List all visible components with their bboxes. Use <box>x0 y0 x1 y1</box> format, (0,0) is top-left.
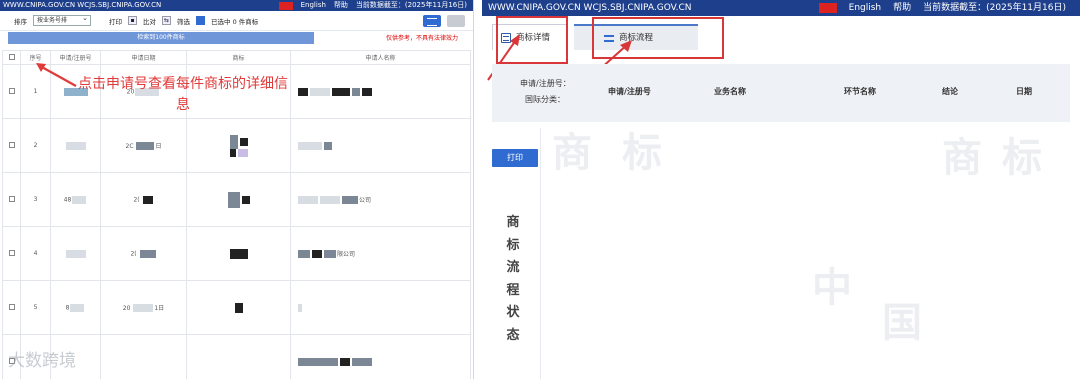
col-applicant: 申请人名称 <box>290 50 471 65</box>
applicant-name: 公司 <box>290 172 471 227</box>
sidebar-divider <box>540 128 541 379</box>
applicant-name: 限公司 <box>290 226 471 281</box>
applicant-name <box>290 280 471 335</box>
select-all-checkbox[interactable] <box>8 53 15 60</box>
compare-icon[interactable]: ⇆ <box>162 16 171 25</box>
annotation-text: 点击申请号查看每件商标的详细信息 <box>78 76 288 113</box>
compare-label[interactable]: 比对 <box>143 16 156 26</box>
row-index: 2 <box>20 118 51 173</box>
site-urls: WWW.CNIPA.GOV.CN WCJS.SBJ.CNIPA.GOV.CN <box>3 1 162 9</box>
watermark-char: 商 <box>942 135 982 181</box>
applicant-name <box>290 64 471 119</box>
row-checkbox[interactable] <box>8 303 15 310</box>
trademark-image <box>186 118 291 173</box>
grid-view-button[interactable] <box>447 15 465 27</box>
vertical-section-title: 商 标 流 程 状 态 <box>506 215 520 343</box>
print-label[interactable]: 打印 <box>109 16 122 26</box>
trademark-image <box>186 334 291 379</box>
table-row[interactable]: 4 2( 限公司 <box>2 226 471 281</box>
col-date: 日期 <box>1016 87 1032 96</box>
watermark-char: 中 <box>812 265 852 311</box>
list-view-button[interactable] <box>423 15 441 27</box>
row-date: 2( <box>100 172 187 227</box>
reg-number-link[interactable]: 48 <box>50 172 101 227</box>
brand-watermark: 大数跨境 <box>8 351 76 371</box>
sort-label: 排序 <box>14 17 27 26</box>
row-date: 20 1日 <box>100 280 187 335</box>
watermark-char: 标 <box>1002 135 1042 181</box>
table-row[interactable]: 5 8 20 1日 <box>2 280 471 335</box>
data-date: 当前数据截至：(2025年11月16日) <box>923 3 1066 13</box>
site-header: WWW.CNIPA.GOV.CN WCJS.SBJ.CNIPA.GOV.CN E… <box>0 0 473 11</box>
trademark-detail-panel: WWW.CNIPA.GOV.CN WCJS.SBJ.CNIPA.GOV.CN E… <box>482 0 1080 379</box>
results-toolbar: 排序 按业务号排 打印 ▪ 比对 ⇆ 筛选 已选中 0 件商标 <box>0 11 473 31</box>
table-row[interactable]: 3 48 2( 公司 <box>2 172 471 227</box>
site-header: WWW.CNIPA.GOV.CN WCJS.SBJ.CNIPA.GOV.CN E… <box>482 0 1080 16</box>
process-info-header: 申请/注册号： 国际分类： 申请/注册号 业务名称 环节名称 结论 日期 <box>492 64 1070 122</box>
help-link[interactable]: 帮助 <box>893 0 911 16</box>
data-date: 当前数据截至：(2025年11月16日) <box>355 1 467 9</box>
row-checkbox[interactable] <box>8 249 15 256</box>
filter-icon[interactable] <box>196 16 205 25</box>
filter-label[interactable]: 筛选 <box>177 16 190 26</box>
table-row[interactable]: 2 2C 日 <box>2 118 471 173</box>
trademark-image <box>186 172 291 227</box>
applicant-name <box>290 118 471 173</box>
col-business-name: 业务名称 <box>714 87 746 96</box>
print-button[interactable]: 打印 <box>492 149 538 167</box>
intl-class-label: 国际分类： <box>525 95 565 104</box>
annotation-arrow-left <box>36 63 77 87</box>
col-date: 申请日期 <box>100 50 187 65</box>
disclaimer-text: 仅供参考，不具有法律效力 <box>386 35 459 42</box>
printer-icon[interactable]: ▪ <box>128 16 137 25</box>
search-results-panel: WWW.CNIPA.GOV.CN WCJS.SBJ.CNIPA.GOV.CN E… <box>0 0 474 379</box>
english-link[interactable]: English <box>849 0 882 16</box>
trademark-image <box>186 280 291 335</box>
selected-count: 已选中 0 件商标 <box>211 17 259 26</box>
watermark-char: 国 <box>882 300 922 346</box>
col-reg-number: 申请/注册号 <box>608 87 651 96</box>
reg-number-link[interactable] <box>50 226 101 281</box>
row-index: 5 <box>20 280 51 335</box>
applicant-name <box>290 334 471 379</box>
row-index: 3 <box>20 172 51 227</box>
row-index: 4 <box>20 226 51 281</box>
row-date: 2C 日 <box>100 118 187 173</box>
flag-icon <box>818 3 837 13</box>
site-urls: WWW.CNIPA.GOV.CN WCJS.SBJ.CNIPA.GOV.CN <box>488 3 692 13</box>
watermark-char: 商 <box>552 130 592 176</box>
row-date <box>100 334 187 379</box>
row-date: 2( <box>100 226 187 281</box>
row-checkbox[interactable] <box>8 87 15 94</box>
screenshot-composite: WWW.CNIPA.GOV.CN WCJS.SBJ.CNIPA.GOV.CN E… <box>0 0 1080 379</box>
flag-icon <box>278 1 293 10</box>
result-count-bar: 检索到100件商标 <box>8 32 314 44</box>
help-link[interactable]: 帮助 <box>334 0 348 11</box>
col-stage-name: 环节名称 <box>844 87 876 96</box>
sort-select[interactable]: 按业务号排 <box>33 14 91 26</box>
col-conclusion: 结论 <box>942 87 958 96</box>
row-checkbox[interactable] <box>8 141 15 148</box>
english-link[interactable]: English <box>301 0 326 11</box>
row-checkbox[interactable] <box>8 195 15 202</box>
reg-number-link[interactable] <box>50 118 101 173</box>
trademark-image <box>186 226 291 281</box>
watermark-char: 标 <box>622 130 662 176</box>
reg-number-label: 申请/注册号： <box>520 79 571 88</box>
reg-number-link[interactable]: 8 <box>50 280 101 335</box>
col-trademark: 商标 <box>186 50 291 65</box>
